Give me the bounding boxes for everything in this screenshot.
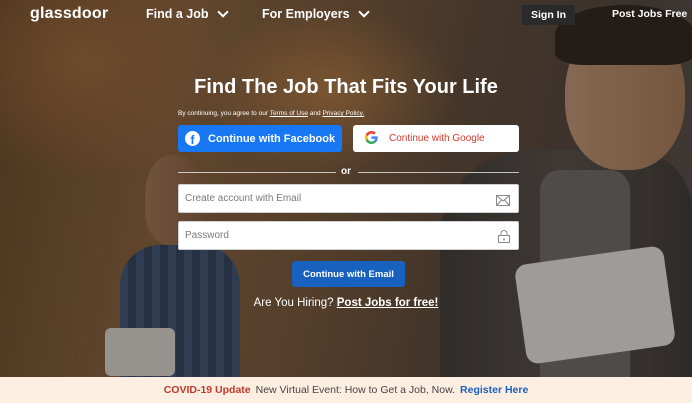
post-jobs-for-free-link[interactable]: Post Jobs for free! <box>337 297 439 309</box>
or-label: or <box>341 166 351 177</box>
top-nav: glassdoor Find a Job For Employers Sign … <box>0 0 692 30</box>
facebook-button-label: Continue with Facebook <box>208 132 336 145</box>
register-here-link[interactable]: Register Here <box>460 384 528 396</box>
terms-and: and <box>309 110 321 117</box>
email-field[interactable] <box>179 193 479 204</box>
password-field[interactable] <box>179 230 479 241</box>
password-field-container <box>178 221 519 250</box>
divider-line <box>358 172 519 173</box>
facebook-icon: f <box>185 131 200 146</box>
sign-in-button[interactable]: Sign In <box>522 5 575 25</box>
covid-banner: COVID-19 Update New Virtual Event: How t… <box>0 377 692 403</box>
hiring-text: Are You Hiring? <box>253 297 334 309</box>
email-field-container <box>178 184 519 213</box>
page-title: Find The Job That Fits Your Life <box>194 76 498 98</box>
google-icon <box>363 130 379 147</box>
covid-update-label: COVID-19 Update <box>163 384 251 396</box>
continue-with-email-button[interactable]: Continue with Email <box>292 261 405 287</box>
chevron-down-icon <box>216 6 229 18</box>
nav-find-a-job[interactable]: Find a Job <box>146 6 229 21</box>
covid-banner-text: New Virtual Event: How to Get a Job, Now… <box>255 384 456 396</box>
nav-for-employers[interactable]: For Employers <box>262 6 370 21</box>
hiring-prompt: Are You Hiring? Post Jobs for free! <box>0 297 692 309</box>
terms-of-use-link[interactable]: Terms of Use <box>270 110 308 117</box>
terms-notice: By continuing, you agree to our Terms of… <box>178 110 364 117</box>
post-jobs-free-link[interactable]: Post Jobs Free <box>612 8 687 20</box>
lock-icon <box>498 230 510 248</box>
nav-find-a-job-label: Find a Job <box>146 7 209 21</box>
terms-prefix: By continuing, you agree to our <box>178 110 268 117</box>
continue-with-facebook-button[interactable]: f Continue with Facebook <box>178 125 342 152</box>
chevron-down-icon <box>357 6 370 18</box>
or-divider: or <box>178 166 519 178</box>
google-button-label: Continue with Google <box>389 133 485 144</box>
nav-for-employers-label: For Employers <box>262 7 350 21</box>
divider-line <box>178 172 336 173</box>
continue-with-google-button[interactable]: Continue with Google <box>353 125 519 152</box>
envelope-icon <box>496 193 510 211</box>
glassdoor-logo[interactable]: glassdoor <box>30 5 108 23</box>
privacy-policy-link[interactable]: Privacy Policy. <box>322 110 364 117</box>
